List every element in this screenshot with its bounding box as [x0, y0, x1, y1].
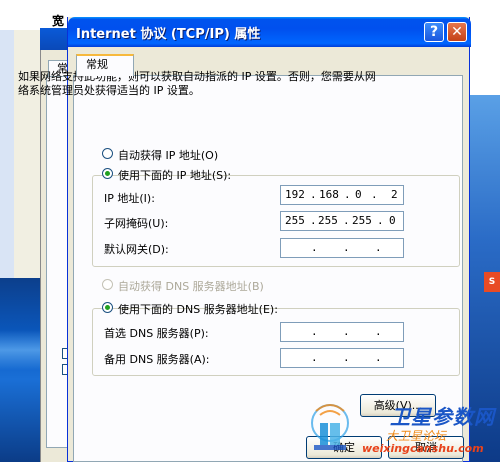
auto-ip-radio[interactable] [102, 148, 113, 159]
ip-dot: . [311, 241, 318, 254]
default-gateway-label: 默认网关(D): [104, 243, 169, 256]
ip-octet: 168 [319, 188, 339, 201]
ip-address-label: IP 地址(I): [104, 192, 155, 205]
ip-dot: . [310, 214, 317, 227]
ip-octet: 255 [318, 214, 338, 227]
ip-octet: 192 [285, 188, 305, 201]
auto-ip-label: 自动获得 IP 地址(O) [118, 149, 219, 162]
close-button[interactable]: ✕ [447, 22, 467, 42]
ip-dot: . [343, 214, 350, 227]
manual-dns-label: 使用下面的 DNS 服务器地址(E): [118, 303, 278, 316]
background-window-sidebar [0, 30, 14, 278]
manual-dns-radio[interactable] [102, 302, 113, 313]
auto-dns-radio [102, 279, 113, 290]
preferred-dns-label: 首选 DNS 服务器(P): [104, 327, 209, 340]
dialog-title: Internet 协议 (TCP/IP) 属性 [76, 27, 261, 42]
watermark-name: 卫星参数网 [390, 405, 495, 429]
ip-dot: . [310, 188, 317, 201]
ip-dot: . [343, 241, 350, 254]
ip-address-input[interactable]: 192 . 168 . 0 . 2 [280, 185, 404, 205]
ip-dot: . [375, 241, 382, 254]
ip-dot: . [375, 351, 382, 364]
default-gateway-input[interactable]: . . . [280, 238, 404, 258]
side-badge: S [484, 272, 500, 292]
subnet-mask-input[interactable]: 255 . 255 . 255 . 0 [280, 211, 404, 231]
auto-dns-label: 自动获得 DNS 服务器地址(B) [118, 280, 264, 293]
ip-dot: . [311, 325, 318, 338]
ip-octet: 255 [352, 214, 372, 227]
ip-dot: . [344, 188, 351, 201]
ip-octet: 0 [355, 188, 362, 201]
ip-dot: . [375, 325, 382, 338]
preferred-dns-input[interactable]: . . . [280, 322, 404, 342]
watermark-url: weixingcanshu.com [362, 442, 484, 455]
side-badge-label: S [488, 277, 496, 287]
ip-dot: . [377, 214, 384, 227]
ip-dot: . [343, 325, 350, 338]
help-button[interactable]: ? [424, 22, 444, 42]
ip-octet: 2 [391, 188, 398, 201]
alternate-dns-label: 备用 DNS 服务器(A): [104, 353, 210, 366]
ip-dot: . [343, 351, 350, 364]
manual-ip-label: 使用下面的 IP 地址(S): [118, 169, 232, 182]
titlebar[interactable]: Internet 协议 (TCP/IP) 属性 ? ✕ [68, 17, 471, 47]
alternate-dns-input[interactable]: . . . [280, 348, 404, 368]
subnet-mask-label: 子网掩码(U): [104, 217, 169, 230]
ip-dot: . [311, 351, 318, 364]
tab-general[interactable]: 常规 [76, 54, 134, 76]
background-window-title: 宽 [52, 14, 65, 28]
ip-dot: . [371, 188, 378, 201]
ip-octet: 0 [389, 214, 396, 227]
manual-ip-radio[interactable] [102, 168, 113, 179]
ip-octet: 255 [285, 214, 305, 227]
watermark: 卫星参数网 大卫星论坛 weixingcanshu.com [300, 393, 500, 462]
satellite-logo-icon [311, 404, 349, 450]
intro-text: 如果网络支持此功能，则可以获取自动指派的 IP 设置。否则，您需要从网络系统管理… [18, 70, 376, 97]
